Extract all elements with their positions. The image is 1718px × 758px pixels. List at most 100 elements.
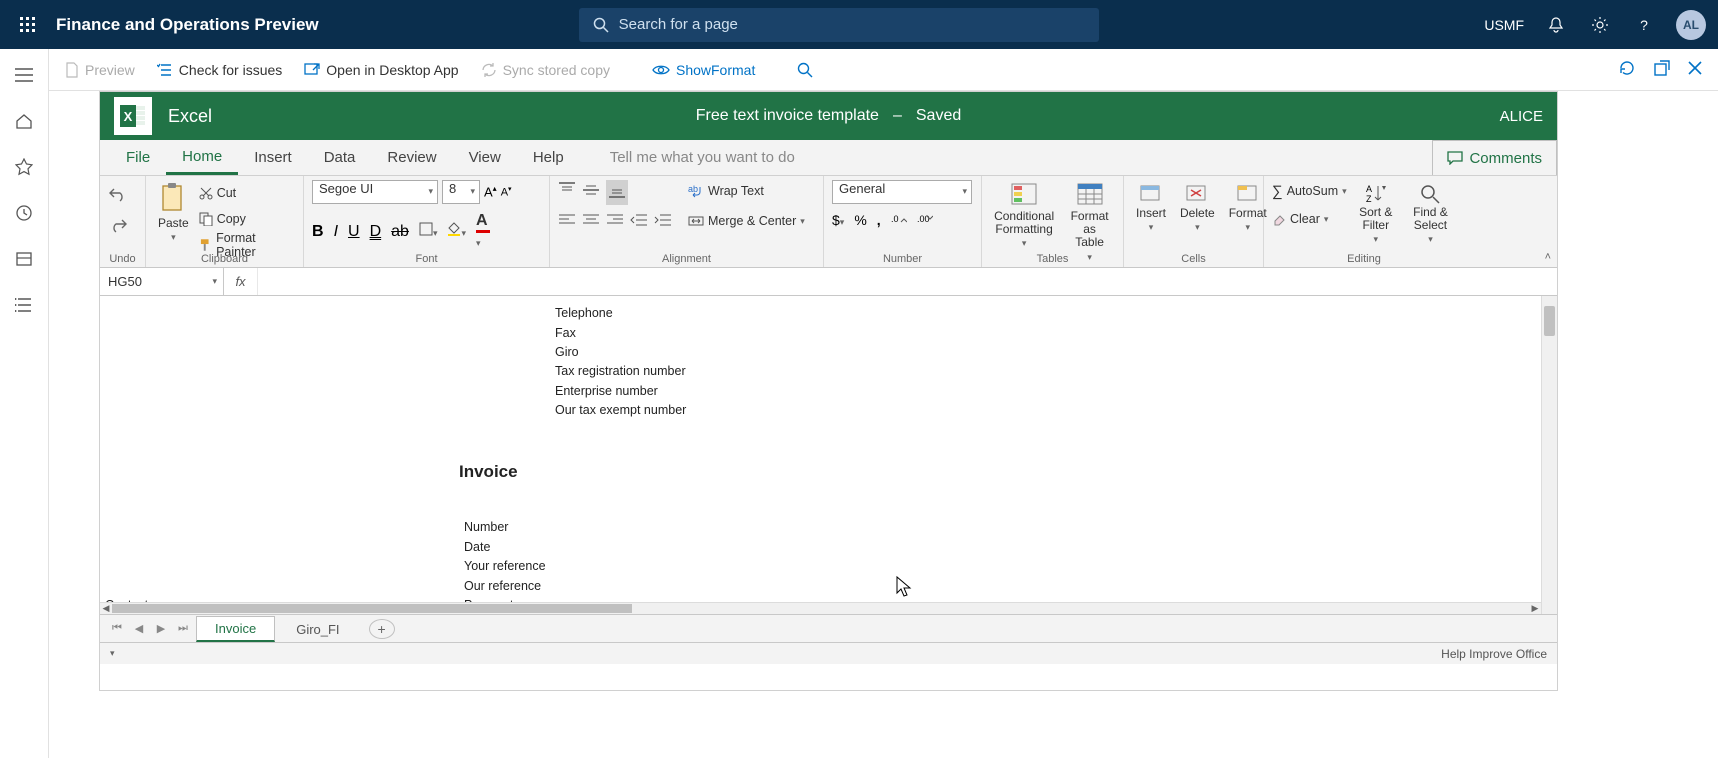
open-desktop-button[interactable]: Open in Desktop App <box>304 62 458 78</box>
cell-fax[interactable]: Fax <box>555 326 576 340</box>
tell-me-input[interactable]: Tell me what you want to do <box>610 140 795 175</box>
cell-number[interactable]: Number <box>464 520 508 534</box>
wrap-text-button[interactable]: abWrap Text <box>688 180 805 202</box>
percent-icon[interactable]: % <box>854 212 866 228</box>
modules-icon[interactable] <box>12 293 36 317</box>
preview-button[interactable]: Preview <box>65 62 135 78</box>
check-issues-button[interactable]: Check for issues <box>157 62 282 78</box>
fx-icon[interactable]: fx <box>224 268 258 295</box>
increase-decimal-icon[interactable]: .0 <box>891 212 907 228</box>
increase-indent-icon[interactable] <box>654 213 672 232</box>
font-size-select[interactable]: 8▾ <box>442 180 480 204</box>
fill-color-icon[interactable]: ▾ <box>447 222 466 241</box>
strikethrough-icon[interactable]: ab <box>391 223 409 241</box>
recent-icon[interactable] <box>12 201 36 225</box>
avatar[interactable]: AL <box>1676 10 1706 40</box>
hamburger-icon[interactable] <box>12 63 36 87</box>
name-box[interactable]: HG50▾ <box>100 268 224 295</box>
help-icon[interactable]: ? <box>1632 13 1656 37</box>
cell-telephone[interactable]: Telephone <box>555 306 613 320</box>
decrease-indent-icon[interactable] <box>630 213 648 232</box>
number-format-select[interactable]: General▾ <box>832 180 972 204</box>
borders-icon[interactable]: ▾ <box>419 222 438 241</box>
sheet-tab-invoice[interactable]: Invoice <box>196 616 275 642</box>
copy-button[interactable]: Copy <box>199 208 295 230</box>
find-select-button[interactable]: Find & Select▾ <box>1405 180 1456 247</box>
align-middle-icon[interactable] <box>582 182 600 203</box>
cell-date[interactable]: Date <box>464 540 490 554</box>
align-right-icon[interactable] <box>606 213 624 232</box>
tab-data[interactable]: Data <box>308 140 372 175</box>
star-icon[interactable] <box>12 155 36 179</box>
bell-icon[interactable] <box>1544 13 1568 37</box>
excel-doc-title[interactable]: Free text invoice template <box>696 107 879 125</box>
cell-tax-reg[interactable]: Tax registration number <box>555 364 686 378</box>
company-code[interactable]: USMF <box>1484 17 1524 33</box>
decrease-font-icon[interactable]: A▾ <box>501 185 512 199</box>
align-left-icon[interactable] <box>558 213 576 232</box>
cell-giro[interactable]: Giro <box>555 345 579 359</box>
align-center-icon[interactable] <box>582 213 600 232</box>
comments-button[interactable]: Comments <box>1432 140 1557 175</box>
hscroll-left-icon[interactable]: ◀ <box>100 603 112 614</box>
cell-our-ref[interactable]: Our reference <box>464 579 541 593</box>
vertical-scrollbar[interactable] <box>1541 296 1557 614</box>
double-underline-icon[interactable]: D <box>370 223 382 241</box>
horizontal-scrollbar[interactable]: ◀ ▶ <box>100 602 1541 614</box>
cut-button[interactable]: Cut <box>199 182 295 204</box>
conditional-formatting-button[interactable]: Conditional Formatting▾ <box>990 180 1058 251</box>
sync-button[interactable]: Sync stored copy <box>481 62 610 78</box>
tab-review[interactable]: Review <box>371 140 452 175</box>
workspace-icon[interactable] <box>12 247 36 271</box>
help-improve-link[interactable]: Help Improve Office <box>1441 647 1547 661</box>
sheet-nav-next-icon[interactable]: ▶ <box>150 622 172 635</box>
redo-icon[interactable] <box>108 217 128 238</box>
align-bottom-icon[interactable] <box>606 180 628 205</box>
merge-center-button[interactable]: Merge & Center▾ <box>688 210 805 232</box>
cell-tax-exempt[interactable]: Our tax exempt number <box>555 403 686 417</box>
status-menu-icon[interactable]: ▾ <box>110 648 115 659</box>
format-as-table-button[interactable]: Format as Table▾ <box>1064 180 1115 265</box>
waffle-icon[interactable] <box>12 9 44 41</box>
sheet-area[interactable]: Telephone Fax Giro Tax registration numb… <box>100 296 1557 614</box>
popout-icon[interactable] <box>1654 60 1670 79</box>
align-top-icon[interactable] <box>558 182 576 203</box>
cell-your-ref[interactable]: Your reference <box>464 559 546 573</box>
refresh-icon[interactable] <box>1618 59 1636 80</box>
tab-view[interactable]: View <box>453 140 517 175</box>
hscroll-right-icon[interactable]: ▶ <box>1529 603 1541 614</box>
excel-user[interactable]: ALICE <box>1500 108 1543 125</box>
comma-icon[interactable]: , <box>877 212 881 228</box>
paste-button[interactable]: Paste ▾ <box>154 180 193 245</box>
tab-insert[interactable]: Insert <box>238 140 308 175</box>
delete-cells-button[interactable]: Delete▾ <box>1176 180 1219 235</box>
clear-button[interactable]: Clear▾ <box>1272 208 1347 230</box>
font-color-icon[interactable]: A▾ <box>476 212 490 251</box>
font-name-select[interactable]: Segoe UI▾ <box>312 180 438 204</box>
sheet-nav-last-icon[interactable]: ⏭ <box>172 622 194 635</box>
decrease-decimal-icon[interactable]: .00 <box>917 212 933 228</box>
underline-icon[interactable]: U <box>348 223 360 241</box>
bold-icon[interactable]: B <box>312 223 324 241</box>
cell-enterprise[interactable]: Enterprise number <box>555 384 658 398</box>
sheet-nav-first-icon[interactable]: ⏮ <box>106 622 128 635</box>
currency-icon[interactable]: $▾ <box>832 212 844 228</box>
show-format-button[interactable]: ShowFormat <box>652 62 755 78</box>
sort-filter-button[interactable]: AZSort & Filter▾ <box>1353 180 1399 247</box>
close-icon[interactable] <box>1688 61 1702 78</box>
undo-icon[interactable] <box>108 186 128 207</box>
global-search[interactable]: Search for a page <box>579 8 1099 42</box>
sheet-nav-prev-icon[interactable]: ◀ <box>128 622 150 635</box>
formula-input[interactable] <box>258 268 1557 295</box>
gear-icon[interactable] <box>1588 13 1612 37</box>
tab-help[interactable]: Help <box>517 140 580 175</box>
sheet-tab-giro[interactable]: Giro_FI <box>277 617 358 641</box>
insert-cells-button[interactable]: Insert▾ <box>1132 180 1170 235</box>
actionbar-search-button[interactable] <box>797 62 813 78</box>
tab-home[interactable]: Home <box>166 140 238 175</box>
italic-icon[interactable]: I <box>334 223 338 241</box>
home-icon[interactable] <box>12 109 36 133</box>
increase-font-icon[interactable]: A▴ <box>484 184 497 199</box>
add-sheet-icon[interactable]: + <box>369 619 395 639</box>
autosum-button[interactable]: ∑AutoSum▾ <box>1272 180 1347 202</box>
